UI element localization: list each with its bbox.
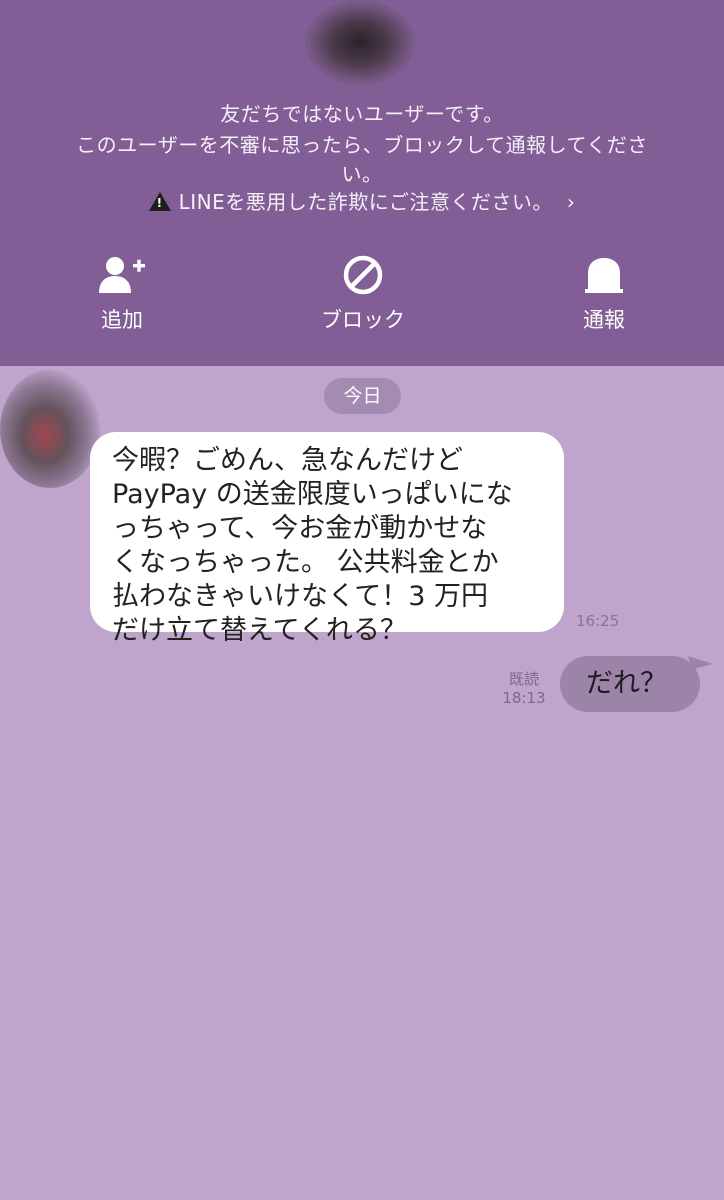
add-friend-button[interactable]: 追加 — [32, 252, 212, 342]
warning-triangle-icon — [148, 192, 171, 211]
message-line: っちゃって、今お金が動かせな — [112, 513, 488, 544]
report-button[interactable]: 通報 — [514, 252, 694, 342]
warning-text-line1: 友だちではないユーザーです。 — [220, 102, 504, 126]
message-line: だけ立て替えてくれる？ — [112, 615, 407, 646]
report-label: 通報 — [583, 308, 625, 332]
message-line: PayPay の送金限度いっぱいにな — [112, 479, 513, 510]
read-receipt: 既読 18:13 — [498, 670, 550, 708]
date-separator: 今日 — [324, 378, 401, 414]
chevron-right-icon: › — [566, 190, 576, 214]
warning-text-line2: このユーザーを不審に思ったら、ブロックして通報してくださ — [76, 133, 648, 157]
message-line: 今暇？ごめん、急なんだけど — [112, 445, 463, 476]
outgoing-message-bubble[interactable]: だれ？ — [560, 656, 700, 712]
incoming-message-bubble[interactable]: 今暇？ごめん、急なんだけど PayPay の送金限度いっぱいにな っちゃって、今… — [90, 432, 564, 646]
read-label: 既読 — [508, 670, 539, 688]
message-line: 払わなきゃいけなくて！3 万円 — [112, 581, 488, 612]
profile-avatar — [305, 0, 415, 85]
outgoing-message-time: 18:13 — [502, 689, 546, 707]
block-button[interactable]: ブロック — [273, 252, 453, 342]
stranger-warning-panel: 友だちではないユーザーです。 このユーザーを不審に思ったら、ブロックして通報して… — [0, 0, 724, 366]
block-icon — [343, 255, 383, 295]
scam-notice-link[interactable]: LINEを悪用した詐欺にご注意ください。 › — [0, 186, 724, 215]
message-line: くなっちゃった。 公共料金とか — [112, 547, 499, 578]
add-friend-icon — [99, 257, 145, 293]
warning-text-line3: い。 — [341, 162, 383, 186]
sender-avatar[interactable] — [0, 370, 100, 488]
block-label: ブロック — [321, 308, 405, 332]
chat-area[interactable]: 今日 今暇？ごめん、急なんだけど PayPay の送金限度いっぱいにな っちゃっ… — [0, 366, 724, 1200]
report-icon — [585, 258, 623, 293]
incoming-message-time: 16:25 — [576, 612, 620, 630]
scam-notice-text: LINEを悪用した詐欺にご注意ください。 — [178, 190, 553, 214]
add-friend-label: 追加 — [101, 308, 143, 332]
